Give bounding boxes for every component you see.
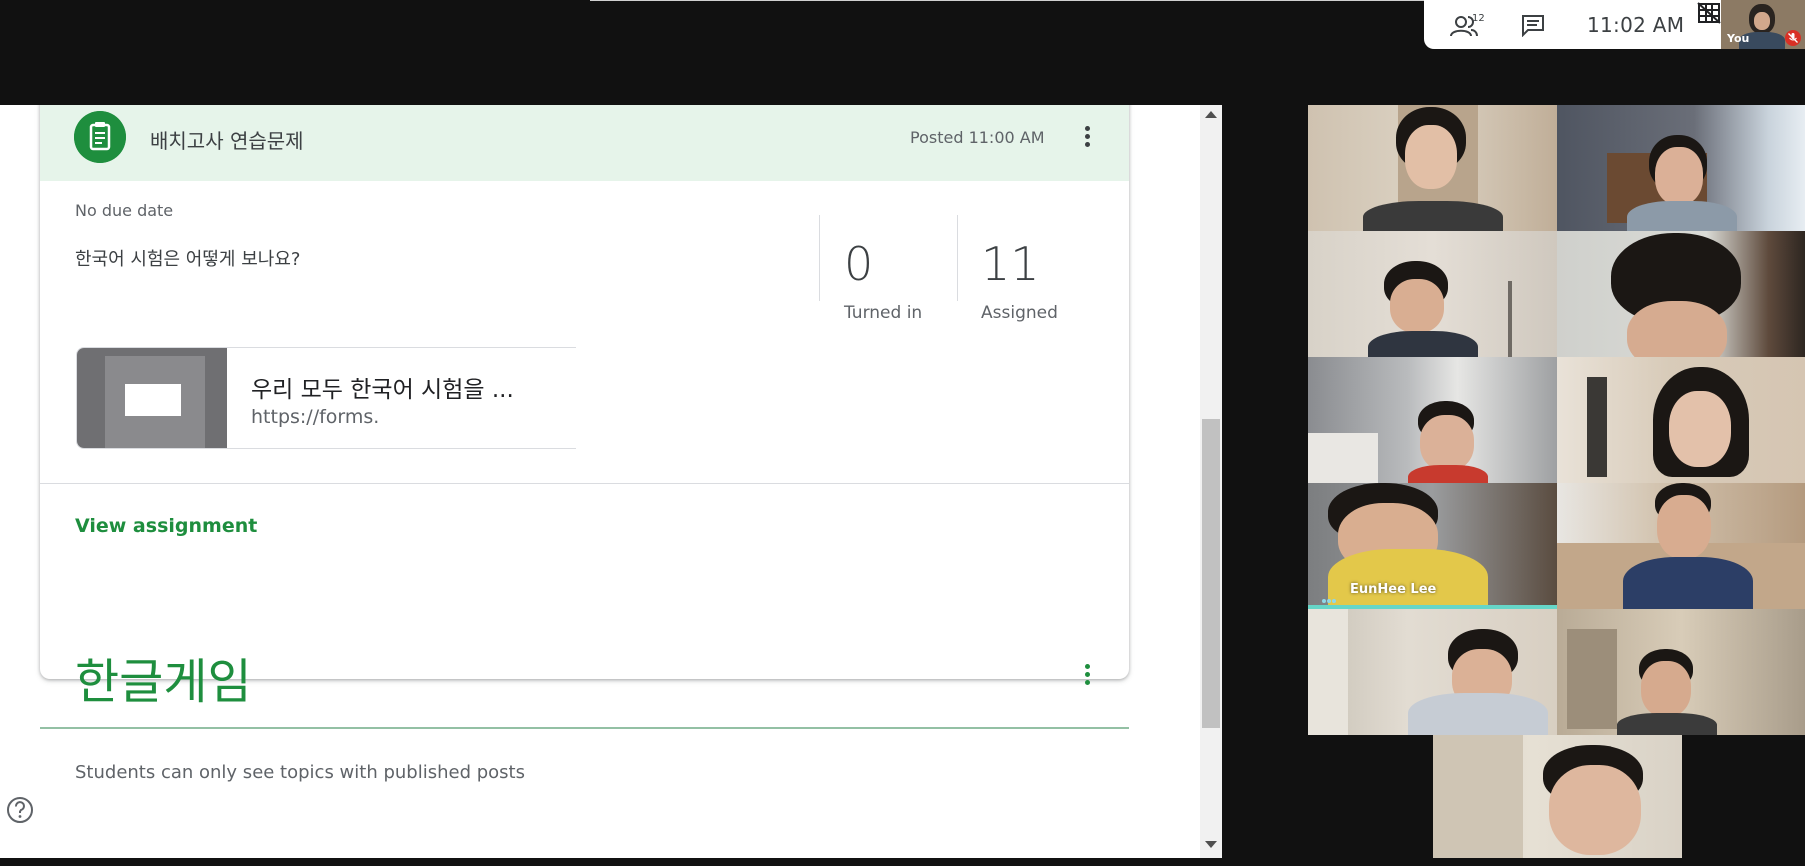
assignment-card[interactable]: 배치고사 연습문제 Posted 11:00 AM No due date 한국… [40,105,1129,679]
turned-in-count[interactable]: 0 [844,237,873,291]
shared-screen: 배치고사 연습문제 Posted 11:00 AM No due date 한국… [0,105,1222,858]
scrollbar-thumb[interactable] [1202,419,1220,728]
participant-tile[interactable] [1557,609,1805,735]
tile-lamp [1508,281,1512,357]
more-options-icon[interactable] [1083,126,1091,150]
participant-tile[interactable] [1557,483,1805,609]
topic-divider [40,727,1129,729]
layout-icon[interactable] [1697,2,1721,24]
card-divider [40,483,1129,484]
presentation-top-edge [590,0,1424,1]
participant-body [1328,549,1488,609]
scroll-down-arrow[interactable] [1205,841,1217,848]
participant-tile[interactable] [1557,231,1805,357]
participant-face [1655,147,1703,205]
chat-icon[interactable] [1520,13,1546,37]
participant-tile[interactable] [1557,357,1805,483]
self-view-tile[interactable]: You [1721,0,1805,49]
topic-visibility-note: Students can only see topics with publis… [75,762,525,783]
participant-tile[interactable] [1308,105,1557,231]
speaking-indicator-icon [1322,588,1340,603]
thumbnail-dialog [125,384,181,416]
tile-shelf [1567,629,1617,729]
participant-body [1623,557,1753,609]
posted-time: Posted 11:00 AM [910,128,1045,147]
tile-mirror [1587,377,1607,477]
assignment-instructions: 한국어 시험은 어떻게 보나요? [75,249,301,270]
turned-in-label: Turned in [844,303,923,323]
participant-body [1617,713,1717,735]
tile-shelf [1433,735,1523,858]
participant-count: 12 [1472,13,1485,24]
stat-divider [957,215,958,301]
participant-face [1405,125,1457,189]
participant-face [1549,765,1641,855]
participant-tile[interactable] [1433,735,1682,858]
participant-tile[interactable] [1308,357,1557,483]
topic-title: 한글게임 [75,654,252,710]
participant-body [1408,465,1488,483]
attachment-thumbnail [77,348,227,448]
participant-tile[interactable] [1308,609,1557,735]
form-attachment[interactable]: 우리 모두 한국어 시험을 ... https://forms. [76,347,576,449]
attachment-title: 우리 모두 한국어 시험을 ... [251,377,514,403]
participant-tile-speaking[interactable]: EunHee Lee [1308,483,1557,609]
due-date: No due date [75,201,174,220]
participant-body [1368,331,1478,357]
topic-options-icon[interactable] [1083,664,1091,688]
participant-face [1420,415,1474,471]
participant-tile[interactable] [1308,231,1557,357]
help-icon[interactable] [5,795,35,825]
participant-body [1363,201,1503,231]
participant-body [1627,201,1737,231]
mic-off-icon[interactable] [1785,30,1801,46]
self-face [1754,12,1770,30]
participant-face [1669,391,1731,467]
assignment-header[interactable]: 배치고사 연습문제 Posted 11:00 AM [40,105,1129,181]
participant-face [1627,301,1727,357]
participant-name: EunHee Lee [1350,582,1437,597]
attachment-url: https://forms. [251,406,379,428]
stat-divider [819,215,820,301]
assignment-icon [74,111,126,163]
scroll-up-arrow[interactable] [1205,111,1217,118]
view-assignment-link[interactable]: View assignment [75,515,257,537]
meeting-clock: 11:02 AM [1587,13,1685,37]
participant-face [1641,661,1691,717]
participant-body [1408,693,1548,735]
meet-window: 12 11:02 AM You 배치고사 연습문제 Posted 11:00 A… [0,0,1805,866]
meeting-status-bar: 12 11:02 AM You [1424,0,1805,49]
participant-face [1657,495,1711,559]
assigned-count[interactable]: 11 [981,237,1040,291]
self-label: You [1727,32,1750,45]
assignment-title: 배치고사 연습문제 [150,129,304,153]
participant-face [1390,279,1444,333]
assigned-label: Assigned [981,303,1058,323]
tile-crib [1308,433,1378,483]
tile-door [1308,609,1348,735]
participant-tile[interactable] [1557,105,1805,231]
